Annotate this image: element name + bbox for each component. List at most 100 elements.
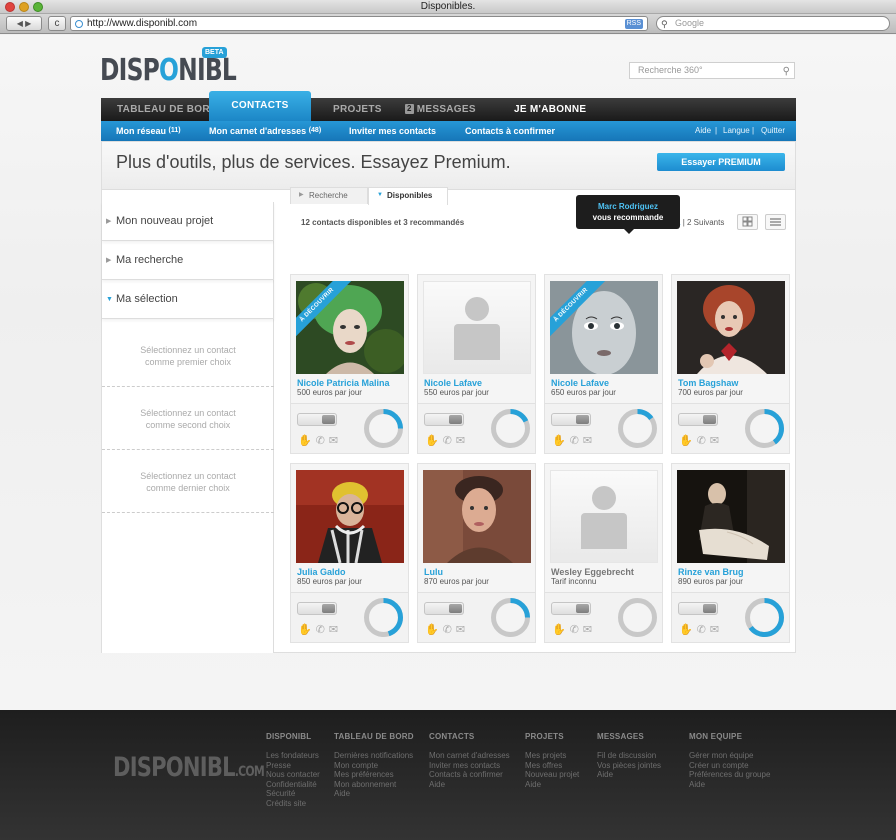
rss-icon[interactable]: RSS	[624, 19, 643, 29]
phone-icon[interactable]: ✆	[697, 624, 710, 636]
footer-link[interactable]: Fil de discussion	[597, 751, 661, 761]
contact-photo[interactable]: À DÉCOUVRIR	[550, 281, 658, 374]
contact-name[interactable]: Rinze van Brug	[678, 567, 744, 577]
hand-icon[interactable]: ✋	[552, 435, 570, 447]
subnav-mon-reseau[interactable]: Mon réseau (11)	[116, 121, 181, 141]
contact-photo[interactable]	[550, 470, 658, 563]
tab-disponibles[interactable]: ▼ Disponibles	[368, 187, 448, 205]
contact-name[interactable]: Tom Bagshaw	[678, 378, 738, 388]
footer-link[interactable]: Confidentialité	[266, 780, 320, 790]
util-langue[interactable]: Langue	[723, 121, 750, 141]
mail-icon[interactable]: ✉	[456, 624, 469, 636]
contact-photo[interactable]	[677, 281, 785, 374]
footer-link[interactable]: Dernières notifications	[334, 751, 414, 761]
mail-icon[interactable]: ✉	[329, 435, 342, 447]
select-toggle[interactable]	[424, 602, 464, 615]
footer-link[interactable]: Préférences du groupe	[689, 770, 770, 780]
footer-link[interactable]: Aide	[689, 780, 770, 790]
footer-link[interactable]: Mon compte	[334, 761, 414, 771]
sidebar-item-nouveau-projet[interactable]: ▶ Mon nouveau projet	[102, 202, 274, 241]
footer-link[interactable]: Créer un compte	[689, 761, 770, 771]
footer-link[interactable]: Aide	[525, 780, 579, 790]
nav-messages[interactable]: 2 MESSAGES	[405, 98, 476, 121]
contact-photo[interactable]	[423, 470, 531, 563]
footer-link[interactable]: Mes préférences	[334, 770, 414, 780]
hand-icon[interactable]: ✋	[298, 435, 316, 447]
contact-photo[interactable]: À DÉCOUVRIR	[296, 281, 404, 374]
contact-name[interactable]: Nicole Patricia Malina	[297, 378, 390, 388]
nav-tableau-de-bord[interactable]: TABLEAU DE BORD	[117, 98, 217, 121]
close-window-button[interactable]	[5, 2, 15, 12]
contact-photo[interactable]	[677, 470, 785, 563]
subnav-confirmer[interactable]: Contacts à confirmer	[465, 121, 555, 141]
contact-card[interactable]: Wesley Eggebrecht Tarif inconnu ✋✆✉	[544, 463, 663, 643]
footer-link[interactable]: Aide	[334, 789, 414, 799]
footer-link[interactable]: Nous contacter	[266, 770, 320, 780]
contact-card[interactable]: Lulu 870 euros par jour ✋✆✉	[417, 463, 536, 643]
select-toggle[interactable]	[551, 413, 591, 426]
mail-icon[interactable]: ✉	[710, 435, 723, 447]
selection-slot-last[interactable]: Sélectionnez un contact comme dernier cho…	[102, 450, 274, 513]
select-toggle[interactable]	[297, 602, 337, 615]
footer-link[interactable]: Mes offres	[525, 761, 579, 771]
util-quitter[interactable]: Quitter	[761, 121, 785, 141]
hand-icon[interactable]: ✋	[298, 624, 316, 636]
contact-card[interactable]: À DÉCOUVRIR Nicole Patricia Malina 500 eur…	[290, 274, 409, 454]
select-toggle[interactable]	[424, 413, 464, 426]
contact-card[interactable]: Rinze van Brug 890 euros par jour ✋✆✉	[671, 463, 790, 643]
selection-slot-second[interactable]: Sélectionnez un contact comme second choi…	[102, 387, 274, 450]
mail-icon[interactable]: ✉	[583, 435, 596, 447]
select-toggle[interactable]	[551, 602, 591, 615]
back-forward-buttons[interactable]: ◀ ▶	[6, 16, 42, 31]
hand-icon[interactable]: ✋	[679, 435, 697, 447]
footer-link[interactable]: Crédits site	[266, 799, 320, 809]
select-toggle[interactable]	[678, 602, 718, 615]
footer-link[interactable]: Mon abonnement	[334, 780, 414, 790]
site-logo[interactable]: DISPONIBL	[100, 53, 237, 88]
contact-card[interactable]: Nicole Lafave 550 euros par jour ✋✆✉	[417, 274, 536, 454]
address-bar[interactable]: http://www.disponibl.com RSS	[70, 16, 648, 31]
util-aide[interactable]: Aide	[695, 121, 711, 141]
mail-icon[interactable]: ✉	[456, 435, 469, 447]
footer-link[interactable]: Les fondateurs	[266, 751, 320, 761]
sidebar-item-recherche[interactable]: ▶ Ma recherche	[102, 241, 274, 280]
contact-name[interactable]: Julia Galdo	[297, 567, 346, 577]
browser-search-input[interactable]: ⚲ Google	[656, 16, 890, 31]
contact-name[interactable]: Nicole Lafave	[424, 378, 482, 388]
page-next-link[interactable]: 2 Suivants	[687, 218, 724, 227]
phone-icon[interactable]: ✆	[570, 624, 583, 636]
contact-name[interactable]: Nicole Lafave	[551, 378, 609, 388]
tab-recherche[interactable]: ▶ Recherche	[290, 187, 368, 204]
contact-photo[interactable]	[296, 470, 404, 563]
subnav-inviter[interactable]: Inviter mes contacts	[349, 121, 436, 141]
selection-slot-first[interactable]: Sélectionnez un contact comme premier cho…	[102, 324, 274, 387]
footer-link[interactable]: Vos pièces jointes	[597, 761, 661, 771]
phone-icon[interactable]: ✆	[316, 435, 329, 447]
mail-icon[interactable]: ✉	[710, 624, 723, 636]
footer-link[interactable]: Inviter mes contacts	[429, 761, 510, 771]
hand-icon[interactable]: ✋	[425, 624, 443, 636]
site-search-input[interactable]: Recherche 360° ⚲	[629, 62, 795, 79]
footer-link[interactable]: Aide	[597, 770, 661, 780]
zoom-window-button[interactable]	[33, 2, 43, 12]
sidebar-item-selection[interactable]: ▼ Ma sélection	[102, 280, 274, 319]
try-premium-button[interactable]: Essayer PREMIUM	[657, 153, 785, 171]
mail-icon[interactable]: ✉	[583, 624, 596, 636]
footer-link[interactable]: Nouveau projet	[525, 770, 579, 780]
nav-subscribe[interactable]: JE M'ABONNE	[514, 98, 586, 121]
nav-projets[interactable]: PROJETS	[333, 98, 382, 121]
footer-link[interactable]: Aide	[429, 780, 510, 790]
search-icon[interactable]: ⚲	[783, 64, 790, 79]
select-toggle[interactable]	[297, 413, 337, 426]
subnav-carnet[interactable]: Mon carnet d'adresses (48)	[209, 121, 321, 141]
contact-card[interactable]: Tom Bagshaw 700 euros par jour ✋✆✉	[671, 274, 790, 454]
phone-icon[interactable]: ✆	[697, 435, 710, 447]
hand-icon[interactable]: ✋	[679, 624, 697, 636]
contact-name[interactable]: Wesley Eggebrecht	[551, 567, 634, 577]
footer-link[interactable]: Gérer mon équipe	[689, 751, 770, 761]
footer-link[interactable]: Sécurité	[266, 789, 320, 799]
mail-icon[interactable]: ✉	[329, 624, 342, 636]
footer-link[interactable]: Contacts à confirmer	[429, 770, 510, 780]
phone-icon[interactable]: ✆	[443, 435, 456, 447]
footer-link[interactable]: Mon carnet d'adresses	[429, 751, 510, 761]
